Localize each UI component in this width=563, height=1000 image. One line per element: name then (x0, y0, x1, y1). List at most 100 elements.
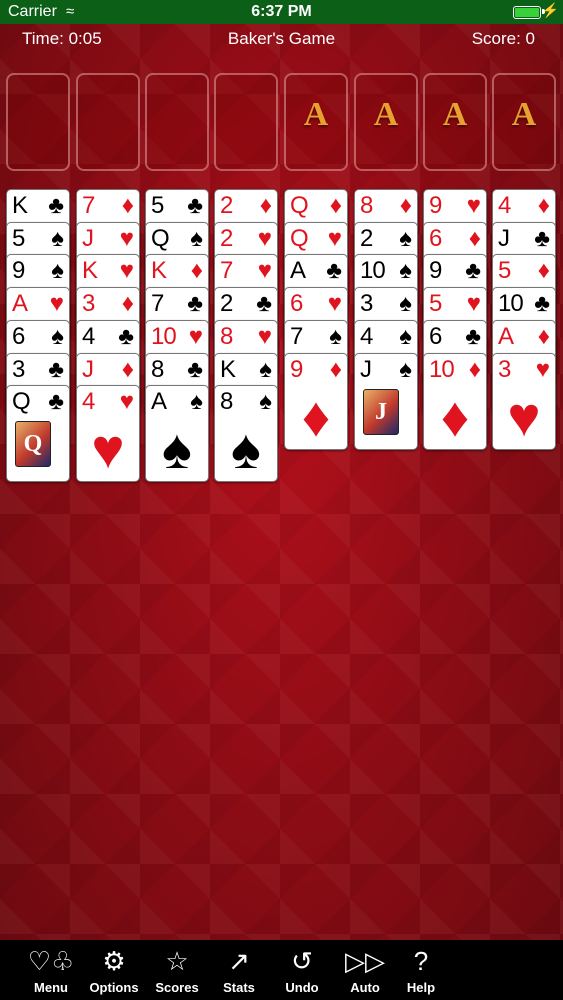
card-suit-icon: ♠ (51, 322, 64, 350)
undo-button[interactable]: ↺ Undo (273, 942, 331, 996)
foundation-2-ace: A (373, 96, 399, 133)
card-suit-icon: ♣ (187, 355, 203, 383)
card-rank: A (498, 322, 514, 350)
card-suit-icon: ♦ (121, 355, 134, 383)
card-rank: 6 (290, 290, 303, 318)
card-suit-icon: ♥ (466, 290, 481, 318)
card-suit-icon: ♦ (537, 192, 550, 219)
card-rank: 3 (498, 355, 511, 383)
card-suit-icon: ♦ (329, 192, 342, 219)
card-suit-icon: ♣ (48, 388, 64, 416)
foundation-3-ace: A (442, 96, 468, 133)
card-rank: 9 (290, 355, 303, 383)
help-button[interactable]: ? Help (392, 942, 450, 996)
card-suit-icon: ♦ (468, 224, 481, 252)
card-rank: K (12, 192, 28, 219)
card-rank: 7 (82, 192, 95, 219)
card-rank: 7 (220, 257, 233, 285)
free-cell-4[interactable] (214, 73, 278, 171)
foundation-1-ace: A (303, 96, 329, 133)
card-rank: Q (151, 224, 170, 252)
card-suit-icon: ♣ (118, 322, 134, 350)
free-cell-1[interactable] (6, 73, 70, 171)
face-card-portrait: Q (15, 421, 51, 468)
card-suit-icon: ♥ (466, 192, 481, 219)
card-rank: 9 (12, 257, 25, 285)
card[interactable]: 3 ♥ ♥ (492, 352, 556, 450)
card-rank: 10 (151, 322, 177, 350)
card-rank: 8 (220, 322, 233, 350)
card-rank: Q (290, 224, 309, 252)
card[interactable]: 10 ♦ ♦ (423, 352, 487, 450)
card-suit-icon: ♠ (51, 224, 64, 252)
card-rank: 10 (360, 257, 386, 285)
card-suit-icon: ♠ (190, 224, 203, 252)
card-suit-icon: ♦ (537, 257, 550, 285)
options-label: Options (89, 980, 139, 995)
star-icon: ☆ (165, 946, 189, 976)
free-cell-3[interactable] (145, 73, 209, 171)
card-rank: Q (290, 192, 309, 219)
card-suit-icon: ♥ (49, 290, 64, 318)
card-rank: J (498, 224, 510, 252)
card-suit-icon: ♦ (468, 355, 481, 383)
card-rank: 7 (290, 322, 303, 350)
undo-icon: ↺ (291, 946, 313, 976)
card-suit-icon: ♥ (119, 224, 134, 252)
stats-label: Stats (223, 980, 255, 995)
suits-icon: ♡♧ (27, 946, 75, 976)
card[interactable]: J ♠ J (354, 352, 418, 450)
options-button[interactable]: ⚙ Options (85, 942, 143, 996)
card-suit-icon: ♣ (187, 192, 203, 219)
card-rank: 6 (12, 322, 25, 350)
card-suit-icon: ♠ (259, 388, 272, 416)
card-rank: K (151, 257, 167, 285)
card[interactable]: Q ♣ Q (6, 385, 70, 483)
card-rank: 3 (12, 355, 25, 383)
stats-button[interactable]: ↗ Stats (210, 942, 268, 996)
card-suit-icon: ♣ (256, 290, 272, 318)
card-suit-icon: ♣ (534, 224, 550, 252)
card[interactable]: A ♠ ♠ (145, 385, 209, 483)
card-rank: 8 (220, 388, 233, 416)
menu-button[interactable]: ♡♧ Menu (22, 942, 80, 996)
card-rank: A (12, 290, 28, 318)
card-suit-icon: ♥ (119, 388, 134, 416)
card-rank: 7 (151, 290, 164, 318)
auto-label: Auto (350, 980, 380, 995)
card[interactable]: 9 ♦ ♦ (284, 352, 348, 450)
card-rank: 4 (82, 388, 95, 416)
card-suit-icon: ♦ (537, 322, 550, 350)
card-suit-icon: ♦ (259, 192, 272, 219)
card-rank: 8 (360, 192, 373, 219)
card-suit-icon: ♠ (399, 322, 412, 350)
card[interactable]: 8 ♠ ♠ (214, 385, 278, 483)
free-cell-2[interactable] (76, 73, 140, 171)
card-suit-icon: ♥ (257, 224, 272, 252)
card-rank: 5 (498, 257, 511, 285)
menu-label: Menu (34, 980, 68, 995)
card-rank: 8 (151, 355, 164, 383)
scores-button[interactable]: ☆ Scores (148, 942, 206, 996)
fast-forward-icon: ▷▷ (345, 946, 385, 976)
card-suit-icon: ♠ (51, 257, 64, 285)
card-rank: 4 (360, 322, 373, 350)
foundation-4-ace: A (511, 96, 537, 133)
card-rank: A (290, 257, 306, 285)
auto-button[interactable]: ▷▷ Auto (336, 942, 394, 996)
card[interactable]: 4 ♥ ♥ (76, 385, 140, 483)
card-rank: Q (12, 388, 31, 416)
card-center-pip-icon: ♠ (231, 417, 261, 481)
card-suit-icon: ♥ (535, 355, 550, 383)
card-suit-icon: ♥ (327, 290, 342, 318)
card-suit-icon: ♣ (48, 192, 64, 219)
card-suit-icon: ♦ (190, 257, 203, 285)
card-suit-icon: ♥ (119, 257, 134, 285)
face-card-portrait: J (363, 388, 399, 435)
card-rank: 2 (360, 224, 373, 252)
card-rank: 2 (220, 224, 233, 252)
card-suit-icon: ♣ (326, 257, 342, 285)
help-icon: ? (413, 946, 429, 976)
card-suit-icon: ♣ (48, 355, 64, 383)
card-suit-icon: ♥ (257, 322, 272, 350)
